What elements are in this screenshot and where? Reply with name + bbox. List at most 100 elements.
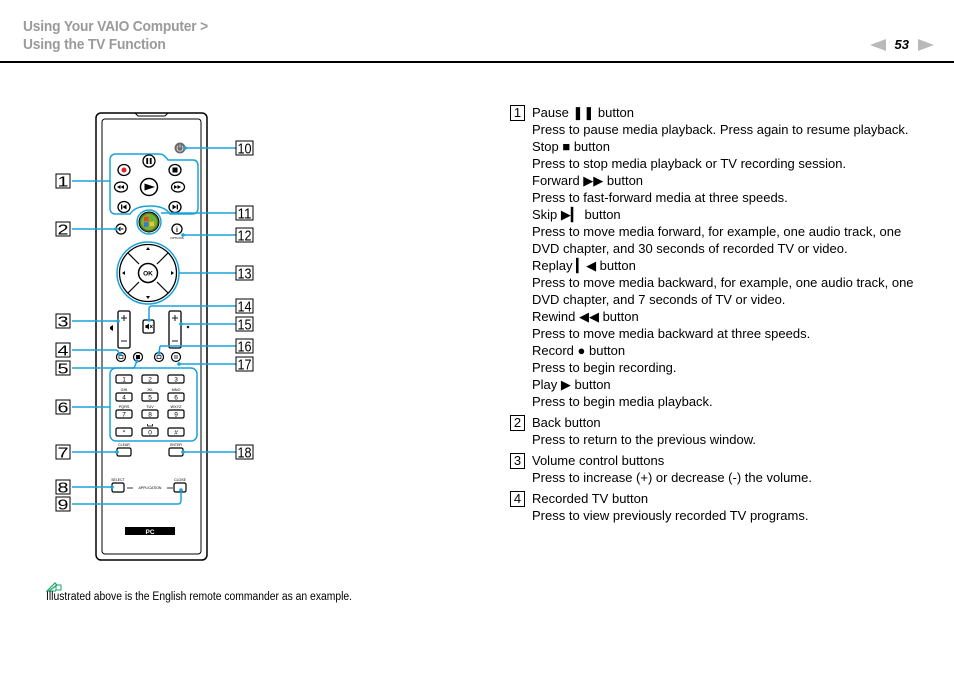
note-text: Illustrated above is the English remote … <box>46 591 353 603</box>
description-item-1: 1 Pause ❚❚ button Press to pause media p… <box>510 104 930 410</box>
play-button[interactable] <box>139 177 159 197</box>
item-text: Press to move media forward, for example… <box>532 224 902 256</box>
callout-label: 8 <box>55 479 71 497</box>
keypad-key[interactable]: 6 <box>167 392 185 402</box>
remote-illustration: i OPTIONS OK ···· ···· 1 2 34 5 67 8 9* … <box>55 112 254 561</box>
previous-page-icon[interactable] <box>869 38 886 51</box>
callout-label: 17 <box>235 356 254 374</box>
keypad-key-label: 0 <box>148 430 152 437</box>
callout-label: 9 <box>55 496 71 514</box>
item-title: Forward ▶▶ button <box>532 173 644 188</box>
keypad-key-label: 5 <box>148 395 152 402</box>
keypad-letters: PQRS <box>119 405 130 409</box>
forward-button[interactable] <box>170 181 186 193</box>
remote-commander-figure: i OPTIONS OK ···· ···· 1 2 3 4 5 6 7 8 9… <box>0 90 480 570</box>
item-title: Stop ■ button <box>532 139 610 154</box>
keypad-key-label: 9 <box>174 412 178 419</box>
keypad-key[interactable]: 3 <box>167 374 185 384</box>
item-text: Press to begin recording. <box>532 360 677 375</box>
keypad-key-label: 4 <box>122 395 126 402</box>
keypad-key[interactable]: 9 <box>167 409 185 419</box>
svg-text:SELECT: SELECT <box>111 478 125 482</box>
callout-label: 15 <box>235 316 254 334</box>
svg-text:18: 18 <box>238 445 252 462</box>
keypad-key[interactable]: 4 <box>115 392 133 402</box>
svg-text:8: 8 <box>58 480 69 497</box>
application-select-button[interactable]: SELECT <box>111 478 126 493</box>
keypad-key[interactable]: 2 <box>141 374 159 384</box>
svg-text:5: 5 <box>58 361 69 378</box>
replay-button[interactable] <box>117 200 131 214</box>
item-title: Record ● button <box>532 343 626 358</box>
keypad-key[interactable]: 8 <box>141 409 159 419</box>
keypad-key[interactable]: 0 <box>141 427 159 437</box>
breadcrumb-page-title: Using the TV Function <box>23 36 166 53</box>
info-icon: i <box>176 227 178 234</box>
callout-label: 7 <box>55 444 71 462</box>
keypad-key[interactable]: # <box>167 427 185 437</box>
item-title: Play ▶ button <box>532 377 611 392</box>
callouts-right: 101112131415161718 <box>235 140 254 462</box>
item-text: Press to move media backward, for exampl… <box>532 275 914 307</box>
svg-text:17: 17 <box>238 357 252 374</box>
svg-text:4: 4 <box>58 343 69 360</box>
callout-label: 4 <box>55 342 71 360</box>
item-title: Pause ❚❚ button <box>532 105 635 120</box>
stop-button[interactable] <box>168 163 182 177</box>
callout-label: 5 <box>55 360 71 378</box>
next-page-icon[interactable] <box>918 38 934 51</box>
svg-text:2: 2 <box>58 222 69 239</box>
keypad-key-label: 3 <box>174 377 178 384</box>
svg-text:1: 1 <box>58 174 69 191</box>
callout-label: 11 <box>235 205 254 223</box>
callout-label: 6 <box>55 399 71 417</box>
navigation-pad: OK <box>116 241 180 305</box>
item-text: Press to view previously recorded TV pro… <box>532 508 809 523</box>
button-descriptions: 1 Pause ❚❚ button Press to pause media p… <box>510 104 930 528</box>
svg-text:16: 16 <box>238 339 252 356</box>
callouts-left: 123456789 <box>55 173 71 514</box>
description-item-2: 2 Back button Press to return to the pre… <box>510 414 930 448</box>
callout-number: 2 <box>510 415 525 431</box>
keypad-letters: GHI <box>121 388 128 392</box>
ok-button[interactable]: OK <box>137 262 159 284</box>
item-text: Press to pause media playback. Press aga… <box>532 122 909 137</box>
item-text: Press to fast-forward media at three spe… <box>532 190 788 205</box>
skip-button[interactable] <box>168 200 182 214</box>
keypad-letters: JKL <box>147 388 154 392</box>
keypad-key-label: 7 <box>122 412 126 419</box>
item-title: Back button <box>532 415 601 430</box>
svg-text:CLEAR: CLEAR <box>118 443 130 447</box>
svg-text:OK: OK <box>143 271 153 278</box>
svg-text:9: 9 <box>58 497 69 514</box>
record-button[interactable] <box>117 163 131 177</box>
callout-label: 18 <box>235 444 254 462</box>
options-label: OPTIONS <box>170 236 184 240</box>
rewind-button[interactable] <box>113 181 129 193</box>
clear-button[interactable]: CLEAR <box>116 443 132 457</box>
enter-button[interactable]: ENTER <box>168 443 184 457</box>
item-title: Recorded TV button <box>532 491 649 506</box>
mute-button[interactable] <box>142 319 155 334</box>
callout-label: 3 <box>55 313 71 331</box>
keypad-key[interactable]: 5 <box>141 392 159 402</box>
keypad-key[interactable]: 7 <box>115 409 133 419</box>
item-title: Volume control buttons <box>532 453 665 468</box>
item-text: Press to return to the previous window. <box>532 432 757 447</box>
more-info-button[interactable]: i OPTIONS <box>170 223 184 240</box>
item-title: Replay ▎◀ button <box>532 258 636 273</box>
keypad-key[interactable]: 1 <box>115 374 133 384</box>
svg-text:6: 6 <box>58 400 69 417</box>
item-text: Press to move media backward at three sp… <box>532 326 811 341</box>
keypad-letters: WXYZ <box>171 405 183 409</box>
keypad-key-label: 6 <box>174 395 178 402</box>
keypad-letters: MNO <box>172 388 181 392</box>
item-text: Press to increase (+) or decrease (-) th… <box>532 470 812 485</box>
page-navigation: 53 <box>869 37 934 52</box>
start-button[interactable] <box>136 209 162 235</box>
breadcrumb-section-link[interactable]: Using Your VAIO Computer > <box>23 18 208 36</box>
pause-button[interactable] <box>142 154 156 168</box>
description-item-3: 3 Volume control buttons Press to increa… <box>510 452 930 486</box>
keypad-key[interactable]: * <box>115 427 133 437</box>
item-title: Skip ▶▎ button <box>532 207 621 222</box>
